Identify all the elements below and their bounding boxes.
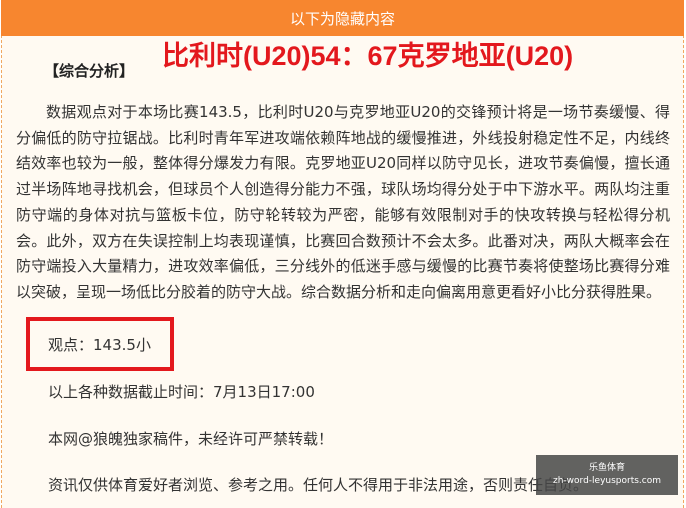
copyright-text: 本网@狼魄独家稿件，未经许可严禁转载！ xyxy=(48,430,334,448)
site-watermark: 乐鱼体育 zh-word-leyusports.com xyxy=(536,455,678,495)
match-title: 比利时(U20)54：67克罗地亚(U20) xyxy=(162,41,574,71)
watermark-line1: 乐鱼体育 xyxy=(588,463,625,473)
analysis-paragraph: 数据观点对于本场比赛143.5，比利时U20与克罗地亚U20的交锋预计将是一场节… xyxy=(16,103,670,301)
viewpoint-text: 观点：143.5小 xyxy=(48,336,151,354)
watermark-line2: zh-word-leyusports.com xyxy=(552,476,662,486)
disclaimer-text: 资讯仅供体育爱好者浏览、参考之用。任何人不得用于非法用途，否则责任自负。 xyxy=(48,476,589,494)
section-title: 【综合分析】 xyxy=(44,62,135,80)
hidden-content-header: 以下为隐藏内容 xyxy=(1,0,684,36)
deadline-text: 以上各种数据截止时间：7月13日17:00 xyxy=(48,383,315,401)
